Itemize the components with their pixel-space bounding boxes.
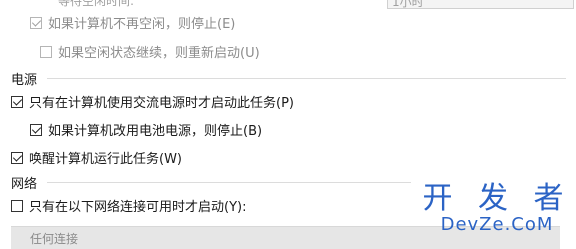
watermark-en: DevZe.CoM [440,214,554,235]
restart-if-idle-label: 如果空闲状态继续，则重新启动(U) [58,46,260,61]
wake-computer-label: 唤醒计算机运行此任务(W) [29,152,182,167]
idle-wait-value: 1小时 [392,0,424,9]
checkmark-icon [31,123,42,134]
network-connection-value: 任何连接 [30,232,79,246]
network-only-option[interactable]: 只有在以下网络连接可用时才启动(Y): [11,196,246,215]
restart-if-idle-checkbox[interactable] [40,45,52,58]
network-only-label: 只有在以下网络连接可用时才启动(Y): [29,200,247,215]
section-divider [47,78,566,79]
restart-if-idle-option[interactable]: 如果空闲状态继续，则重新启动(U) [40,42,260,61]
checkmark-icon [31,16,42,27]
checkmark-icon [12,95,23,106]
network-section-title: 网络 [11,177,38,192]
stop-if-not-idle-label: 如果计算机不再空闲，则停止(E) [48,17,236,32]
stop-on-battery-label: 如果计算机改用电池电源，则停止(B) [48,124,263,139]
network-section-header: 网络 [11,173,411,192]
idle-wait-label: 等待空闲时间: [58,0,135,8]
stop-on-battery-option[interactable]: 如果计算机改用电池电源，则停止(B) [30,120,262,139]
wake-computer-option[interactable]: 唤醒计算机运行此任务(W) [11,148,182,167]
stop-if-not-idle-option[interactable]: 如果计算机不再空闲，则停止(E) [30,13,235,32]
ac-power-only-label: 只有在计算机使用交流电源时才启动此任务(P) [29,96,294,111]
power-section-header: 电源 [11,69,566,88]
checkmark-icon [12,151,23,162]
stop-if-not-idle-checkbox[interactable] [30,16,42,29]
network-only-checkbox[interactable] [11,199,23,212]
ac-power-only-checkbox[interactable] [11,95,23,108]
watermark-logo: 开 发 者 DevZe.CoM [417,184,576,236]
section-divider [47,182,411,183]
wake-computer-checkbox[interactable] [11,151,23,164]
watermark-cn: 开 发 者 [422,181,572,216]
ac-power-only-option[interactable]: 只有在计算机使用交流电源时才启动此任务(P) [11,92,294,111]
stop-on-battery-checkbox[interactable] [30,123,42,136]
power-section-title: 电源 [11,73,38,88]
